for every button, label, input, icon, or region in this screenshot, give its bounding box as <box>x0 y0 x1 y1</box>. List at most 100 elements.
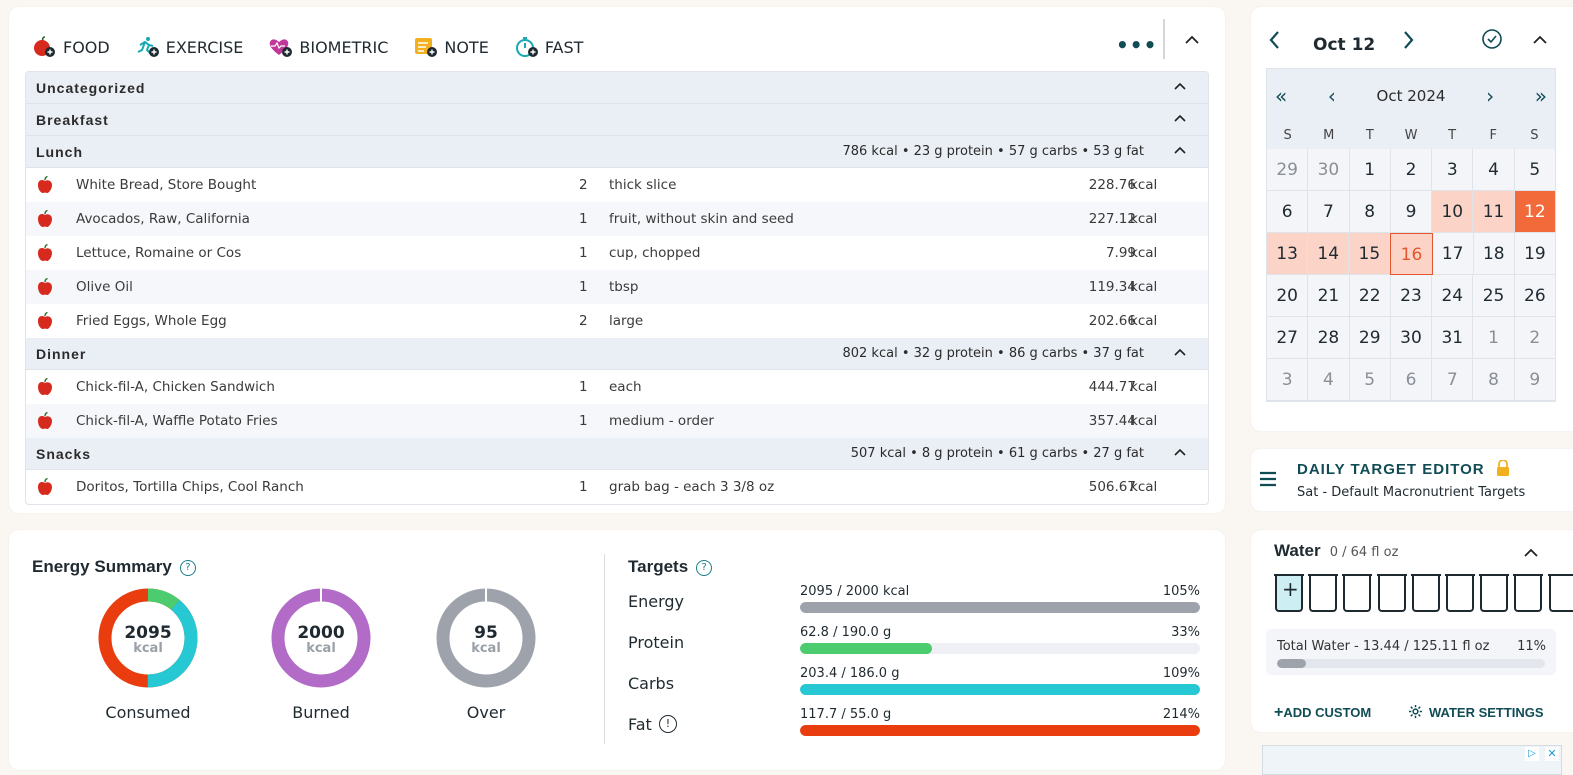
add-custom-button[interactable]: +ADD CUSTOM <box>1274 704 1371 722</box>
add-note-button[interactable]: NOTE <box>414 36 489 58</box>
collapse-meal-icon[interactable] <box>1172 344 1188 360</box>
calendar-day[interactable]: 24 <box>1432 275 1474 317</box>
collapse-meal-icon[interactable] <box>1172 142 1188 158</box>
check-circle-icon[interactable] <box>1481 28 1503 50</box>
ad-close-icon[interactable]: ✕ <box>1545 747 1559 761</box>
calendar-day[interactable]: 11 <box>1473 191 1515 233</box>
ad-banner[interactable]: ▷ ✕ <box>1262 745 1562 775</box>
water-glass[interactable] <box>1376 574 1407 612</box>
meal-header[interactable]: Breakfast <box>26 104 1208 136</box>
calendar-day[interactable]: 12 <box>1514 191 1555 233</box>
calendar-day[interactable]: 30 <box>1308 149 1350 191</box>
energy-help-icon[interactable]: ? <box>179 559 196 576</box>
targets-help-icon[interactable]: ? <box>696 559 713 576</box>
water-settings-button[interactable]: WATER SETTINGS <box>1408 704 1544 720</box>
meal-header[interactable]: Snacks 507 kcal • 8 g protein • 61 g carb… <box>26 438 1208 470</box>
calendar-day[interactable]: 5 <box>1349 359 1391 401</box>
warning-icon[interactable]: ! <box>659 715 677 733</box>
add-food-button[interactable]: FOOD <box>33 36 110 58</box>
meal-header[interactable]: Lunch 786 kcal • 23 g protein • 57 g carb… <box>26 136 1208 168</box>
prev-month-icon[interactable]: ‹ <box>1328 84 1336 108</box>
next-month-icon[interactable]: › <box>1486 84 1494 108</box>
collapse-calendar-icon[interactable] <box>1531 31 1549 49</box>
calendar-day[interactable]: 23 <box>1390 275 1433 317</box>
calendar-day[interactable]: 4 <box>1308 359 1350 401</box>
add-fast-button[interactable]: FAST <box>515 36 583 58</box>
daily-target-panel[interactable]: DAILY TARGET EDITOR Sat - Default Macron… <box>1251 449 1573 511</box>
collapse-diary-icon[interactable] <box>1183 31 1201 49</box>
add-exercise-button[interactable]: EXERCISE <box>136 36 243 58</box>
water-glass[interactable] <box>1547 574 1573 612</box>
calendar-day[interactable]: 3 <box>1432 149 1474 191</box>
food-row[interactable]: Chick-fil-A, Waffle Potato Fries 1 medium … <box>26 404 1208 438</box>
calendar-day[interactable]: 8 <box>1473 359 1515 401</box>
next-day-icon[interactable] <box>1400 29 1416 51</box>
calendar-day[interactable]: 1 <box>1349 149 1391 191</box>
water-glass[interactable] <box>1410 574 1441 612</box>
calendar-day[interactable]: 2 <box>1390 149 1433 191</box>
calendar-day[interactable]: 5 <box>1514 149 1555 191</box>
food-row[interactable]: Olive Oil 1 tbsp 119.34 kcal <box>26 270 1208 304</box>
more-options-button[interactable]: ••• <box>1116 33 1157 57</box>
water-glass[interactable] <box>1308 574 1339 612</box>
calendar-day[interactable]: 4 <box>1473 149 1515 191</box>
add-water-glass[interactable]: + <box>1274 574 1304 612</box>
calendar-day[interactable]: 27 <box>1267 317 1309 359</box>
calendar-day[interactable]: 14 <box>1308 233 1350 275</box>
collapse-meal-icon[interactable] <box>1172 444 1188 460</box>
calendar-day[interactable]: 31 <box>1432 317 1474 359</box>
calendar-day[interactable]: 26 <box>1514 275 1555 317</box>
food-name: Olive Oil <box>76 279 133 295</box>
ad-info-icon[interactable]: ▷ <box>1525 747 1539 761</box>
add-biometric-button[interactable]: BIOMETRIC <box>269 36 388 58</box>
calendar-day[interactable]: 10 <box>1432 191 1474 233</box>
calendar-day[interactable]: 8 <box>1349 191 1391 233</box>
menu-icon[interactable] <box>1259 471 1277 487</box>
calendar-day[interactable]: 29 <box>1267 149 1309 191</box>
calendar-day[interactable]: 3 <box>1267 359 1309 401</box>
food-row[interactable]: Lettuce, Romaine or Cos 1 cup, chopped 7.99… <box>26 236 1208 270</box>
water-glass[interactable] <box>1342 574 1373 612</box>
calendar-day[interactable]: 30 <box>1390 317 1433 359</box>
calendar-day[interactable]: 1 <box>1473 317 1515 359</box>
calendar-day[interactable]: 18 <box>1473 233 1515 275</box>
calendar-day[interactable]: 19 <box>1514 233 1555 275</box>
calendar-day[interactable]: 16 <box>1390 233 1433 275</box>
collapse-water-icon[interactable] <box>1522 544 1540 562</box>
meal-header[interactable]: Uncategorized <box>26 72 1208 104</box>
calendar-day[interactable]: 13 <box>1267 233 1309 275</box>
calendar-day[interactable]: 9 <box>1390 191 1433 233</box>
food-row[interactable]: Avocados, Raw, California 1 fruit, without… <box>26 202 1208 236</box>
calendar-day[interactable]: 29 <box>1349 317 1391 359</box>
calendar-day[interactable]: 20 <box>1267 275 1309 317</box>
next-year-icon[interactable]: » <box>1535 84 1547 108</box>
calendar-day[interactable]: 25 <box>1473 275 1515 317</box>
meal-header[interactable]: Dinner 802 kcal • 32 g protein • 86 g car… <box>26 338 1208 370</box>
calendar-day[interactable]: 7 <box>1308 191 1350 233</box>
calendar-panel: Oct 12 « ‹ Oct 2024 › » SMTWTFS 29 30 1 2 3 4… <box>1251 7 1573 431</box>
calendar-day[interactable]: 6 <box>1267 191 1309 233</box>
calendar-day[interactable]: 28 <box>1308 317 1350 359</box>
calendar-day[interactable]: 22 <box>1349 275 1391 317</box>
collapse-meal-icon[interactable] <box>1172 110 1188 126</box>
collapse-meal-icon[interactable] <box>1172 78 1188 94</box>
target-bar <box>800 725 1200 736</box>
food-row[interactable]: White Bread, Store Bought 2 thick slice 228… <box>26 168 1208 202</box>
food-row[interactable]: Chick-fil-A, Chicken Sandwich 1 each 444.77… <box>26 370 1208 404</box>
month-label[interactable]: Oct 2024 <box>1377 87 1446 105</box>
calendar-day[interactable]: 2 <box>1514 317 1555 359</box>
calendar-day[interactable]: 15 <box>1349 233 1391 275</box>
calendar-day[interactable]: 7 <box>1432 359 1474 401</box>
calendar-day[interactable]: 21 <box>1308 275 1350 317</box>
prev-day-icon[interactable] <box>1267 29 1283 51</box>
prev-year-icon[interactable]: « <box>1275 84 1287 108</box>
calendar-day[interactable]: 17 <box>1432 233 1474 275</box>
water-glass[interactable] <box>1479 574 1510 612</box>
current-date[interactable]: Oct 12 <box>1313 35 1375 55</box>
calendar-day[interactable]: 9 <box>1514 359 1555 401</box>
food-row[interactable]: Doritos, Tortilla Chips, Cool Ranch 1 grab… <box>26 470 1208 504</box>
water-glass[interactable] <box>1445 574 1475 612</box>
food-row[interactable]: Fried Eggs, Whole Egg 2 large 202.66 kcal <box>26 304 1208 338</box>
calendar-day[interactable]: 6 <box>1390 359 1433 401</box>
water-glass[interactable] <box>1513 574 1544 612</box>
